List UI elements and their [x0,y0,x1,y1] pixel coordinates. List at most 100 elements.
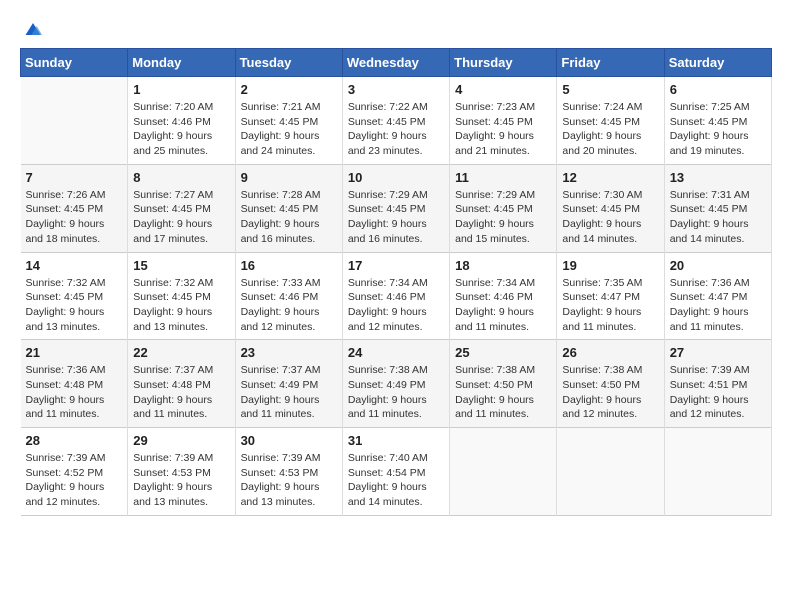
day-info: Sunrise: 7:22 AMSunset: 4:45 PMDaylight:… [348,100,444,159]
day-info: Sunrise: 7:28 AMSunset: 4:45 PMDaylight:… [241,188,337,247]
calendar-cell: 16 Sunrise: 7:33 AMSunset: 4:46 PMDaylig… [235,252,342,340]
day-number: 28 [26,433,123,448]
day-number: 16 [241,258,337,273]
weekday-header-row: SundayMondayTuesdayWednesdayThursdayFrid… [21,49,772,77]
weekday-header: Monday [128,49,235,77]
day-info: Sunrise: 7:25 AMSunset: 4:45 PMDaylight:… [670,100,766,159]
day-number: 27 [670,345,766,360]
day-number: 10 [348,170,444,185]
day-number: 11 [455,170,551,185]
day-info: Sunrise: 7:24 AMSunset: 4:45 PMDaylight:… [562,100,658,159]
calendar-cell [21,77,128,165]
day-number: 23 [241,345,337,360]
day-info: Sunrise: 7:40 AMSunset: 4:54 PMDaylight:… [348,451,444,510]
calendar-cell [557,428,664,516]
day-info: Sunrise: 7:36 AMSunset: 4:48 PMDaylight:… [26,363,123,422]
calendar-cell: 17 Sunrise: 7:34 AMSunset: 4:46 PMDaylig… [342,252,449,340]
day-number: 21 [26,345,123,360]
day-number: 4 [455,82,551,97]
day-info: Sunrise: 7:37 AMSunset: 4:49 PMDaylight:… [241,363,337,422]
day-number: 14 [26,258,123,273]
calendar-cell: 22 Sunrise: 7:37 AMSunset: 4:48 PMDaylig… [128,340,235,428]
day-info: Sunrise: 7:39 AMSunset: 4:52 PMDaylight:… [26,451,123,510]
calendar-cell: 14 Sunrise: 7:32 AMSunset: 4:45 PMDaylig… [21,252,128,340]
calendar-cell: 23 Sunrise: 7:37 AMSunset: 4:49 PMDaylig… [235,340,342,428]
day-info: Sunrise: 7:32 AMSunset: 4:45 PMDaylight:… [26,276,123,335]
day-info: Sunrise: 7:30 AMSunset: 4:45 PMDaylight:… [562,188,658,247]
day-info: Sunrise: 7:34 AMSunset: 4:46 PMDaylight:… [455,276,551,335]
day-number: 24 [348,345,444,360]
day-number: 6 [670,82,766,97]
day-info: Sunrise: 7:38 AMSunset: 4:50 PMDaylight:… [562,363,658,422]
day-info: Sunrise: 7:36 AMSunset: 4:47 PMDaylight:… [670,276,766,335]
day-number: 17 [348,258,444,273]
day-info: Sunrise: 7:26 AMSunset: 4:45 PMDaylight:… [26,188,123,247]
day-info: Sunrise: 7:38 AMSunset: 4:49 PMDaylight:… [348,363,444,422]
day-info: Sunrise: 7:31 AMSunset: 4:45 PMDaylight:… [670,188,766,247]
day-number: 18 [455,258,551,273]
weekday-header: Thursday [450,49,557,77]
calendar-cell: 2 Sunrise: 7:21 AMSunset: 4:45 PMDayligh… [235,77,342,165]
calendar-week-row: 14 Sunrise: 7:32 AMSunset: 4:45 PMDaylig… [21,252,772,340]
calendar-cell: 24 Sunrise: 7:38 AMSunset: 4:49 PMDaylig… [342,340,449,428]
calendar-cell: 1 Sunrise: 7:20 AMSunset: 4:46 PMDayligh… [128,77,235,165]
calendar-cell: 31 Sunrise: 7:40 AMSunset: 4:54 PMDaylig… [342,428,449,516]
calendar-cell: 7 Sunrise: 7:26 AMSunset: 4:45 PMDayligh… [21,164,128,252]
day-info: Sunrise: 7:20 AMSunset: 4:46 PMDaylight:… [133,100,229,159]
calendar-cell: 19 Sunrise: 7:35 AMSunset: 4:47 PMDaylig… [557,252,664,340]
day-number: 12 [562,170,658,185]
day-info: Sunrise: 7:21 AMSunset: 4:45 PMDaylight:… [241,100,337,159]
calendar-cell: 13 Sunrise: 7:31 AMSunset: 4:45 PMDaylig… [664,164,771,252]
day-info: Sunrise: 7:29 AMSunset: 4:45 PMDaylight:… [348,188,444,247]
day-number: 13 [670,170,766,185]
day-info: Sunrise: 7:27 AMSunset: 4:45 PMDaylight:… [133,188,229,247]
day-info: Sunrise: 7:39 AMSunset: 4:53 PMDaylight:… [241,451,337,510]
weekday-header: Saturday [664,49,771,77]
day-info: Sunrise: 7:29 AMSunset: 4:45 PMDaylight:… [455,188,551,247]
page-header [20,20,772,38]
day-number: 5 [562,82,658,97]
day-number: 26 [562,345,658,360]
day-number: 9 [241,170,337,185]
calendar-cell: 12 Sunrise: 7:30 AMSunset: 4:45 PMDaylig… [557,164,664,252]
day-number: 29 [133,433,229,448]
calendar-cell: 18 Sunrise: 7:34 AMSunset: 4:46 PMDaylig… [450,252,557,340]
day-info: Sunrise: 7:33 AMSunset: 4:46 PMDaylight:… [241,276,337,335]
day-number: 7 [26,170,123,185]
day-info: Sunrise: 7:23 AMSunset: 4:45 PMDaylight:… [455,100,551,159]
day-number: 20 [670,258,766,273]
calendar-week-row: 21 Sunrise: 7:36 AMSunset: 4:48 PMDaylig… [21,340,772,428]
day-info: Sunrise: 7:35 AMSunset: 4:47 PMDaylight:… [562,276,658,335]
calendar-cell: 27 Sunrise: 7:39 AMSunset: 4:51 PMDaylig… [664,340,771,428]
weekday-header: Friday [557,49,664,77]
calendar-table: SundayMondayTuesdayWednesdayThursdayFrid… [20,48,772,516]
day-number: 22 [133,345,229,360]
logo-icon [24,20,42,38]
day-number: 19 [562,258,658,273]
day-number: 30 [241,433,337,448]
day-info: Sunrise: 7:38 AMSunset: 4:50 PMDaylight:… [455,363,551,422]
calendar-week-row: 28 Sunrise: 7:39 AMSunset: 4:52 PMDaylig… [21,428,772,516]
day-number: 1 [133,82,229,97]
calendar-cell: 20 Sunrise: 7:36 AMSunset: 4:47 PMDaylig… [664,252,771,340]
calendar-cell: 26 Sunrise: 7:38 AMSunset: 4:50 PMDaylig… [557,340,664,428]
calendar-cell: 11 Sunrise: 7:29 AMSunset: 4:45 PMDaylig… [450,164,557,252]
weekday-header: Tuesday [235,49,342,77]
day-info: Sunrise: 7:39 AMSunset: 4:51 PMDaylight:… [670,363,766,422]
calendar-cell: 4 Sunrise: 7:23 AMSunset: 4:45 PMDayligh… [450,77,557,165]
day-info: Sunrise: 7:34 AMSunset: 4:46 PMDaylight:… [348,276,444,335]
calendar-cell: 6 Sunrise: 7:25 AMSunset: 4:45 PMDayligh… [664,77,771,165]
calendar-cell: 3 Sunrise: 7:22 AMSunset: 4:45 PMDayligh… [342,77,449,165]
day-info: Sunrise: 7:32 AMSunset: 4:45 PMDaylight:… [133,276,229,335]
calendar-cell: 28 Sunrise: 7:39 AMSunset: 4:52 PMDaylig… [21,428,128,516]
calendar-cell [664,428,771,516]
calendar-week-row: 7 Sunrise: 7:26 AMSunset: 4:45 PMDayligh… [21,164,772,252]
calendar-cell: 15 Sunrise: 7:32 AMSunset: 4:45 PMDaylig… [128,252,235,340]
calendar-cell: 9 Sunrise: 7:28 AMSunset: 4:45 PMDayligh… [235,164,342,252]
day-number: 3 [348,82,444,97]
day-number: 25 [455,345,551,360]
day-number: 2 [241,82,337,97]
calendar-cell [450,428,557,516]
calendar-week-row: 1 Sunrise: 7:20 AMSunset: 4:46 PMDayligh… [21,77,772,165]
logo [20,20,42,38]
